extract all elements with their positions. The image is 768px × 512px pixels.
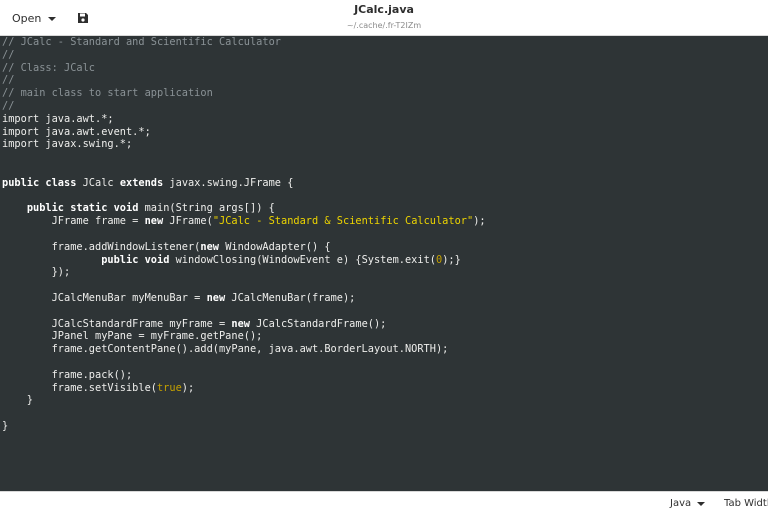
code-token-text: windowClosing(WindowEvent e) {System.exi… [169,253,436,266]
code-token-text: frame.addWindowListener( [2,240,201,253]
document-path: ~/.cache/.fr-T2IZm [346,21,422,30]
code-editor[interactable]: // JCalc - Standard and Scientific Calcu… [0,36,768,491]
code-line: JPanel myPane = myFrame.getPane(); [2,330,486,343]
code-token-keyword: new [206,291,226,304]
code-line: import javax.swing.*; [2,138,486,151]
code-line: import java.awt.event.*; [2,126,486,139]
code-line: public static void main(String args[]) { [2,202,486,215]
open-button[interactable]: Open [6,7,62,29]
code-line: frame.getContentPane().add(myPane, java.… [2,343,486,356]
window-title-area: JCalc.java ~/.cache/.fr-T2IZm [347,3,421,32]
code-token-comment: // [2,99,15,112]
code-token-text: import java.awt.*; [2,112,114,125]
code-line: JFrame frame = new JFrame("JCalc - Stand… [2,215,486,228]
code-token-keyword: new [144,215,164,228]
code-token-text: ); [181,381,195,394]
code-token-comment: // JCalc - Standard and Scientific Calcu… [2,36,281,48]
code-token-keyword: new [200,240,219,253]
code-token-text: }); [2,266,71,279]
code-token-text: );} [442,253,461,266]
code-token-text: JPanel myPane = myFrame.getPane(); [2,330,263,343]
code-token-text: frame.pack(); [2,368,133,381]
code-line: // [2,49,486,62]
code-line: JCalcStandardFrame myFrame = new JCalcSt… [2,318,486,331]
code-text[interactable]: // JCalc - Standard and Scientific Calcu… [2,36,486,433]
language-selector[interactable]: Java [670,495,706,511]
code-token-text: WindowAdapter() { [219,240,331,253]
open-button-label: Open [12,11,42,25]
code-token-keyword: public static void [26,202,139,215]
document-title: JCalc.java [354,3,414,16]
header-bar: Open JCalc.java ~/.cache/.fr-T2IZm [0,0,768,36]
code-token-comment: // main class to start application [2,87,213,100]
code-line: frame.setVisible(true); [2,382,486,395]
code-line: // [2,74,486,87]
code-line: public void windowClosing(WindowEvent e)… [2,254,486,267]
code-line: // Class: JCalc [2,62,486,75]
code-token-string: "JCalc - Standard & Scientific Calculato… [212,215,474,228]
code-token-text: frame.getContentPane().add(myPane, java.… [2,343,449,356]
save-document-icon [78,13,88,23]
code-token-text: main(String args[]) { [138,202,275,215]
code-token-keyword: public class [2,176,77,189]
code-line: // JCalc - Standard and Scientific Calcu… [2,36,486,49]
tab-width-label: Tab Width [724,497,768,509]
chevron-down-icon [48,16,57,21]
code-token-keyword: extends [119,176,164,189]
code-token-text: JFrame( [163,215,213,228]
code-token-comment: // [2,48,15,61]
code-token-text: JCalcStandardFrame myFrame = [2,317,232,330]
save-document-button[interactable] [72,8,94,28]
code-token-comment: // [2,74,15,87]
code-token-text: JCalcMenuBar(frame); [225,291,356,304]
code-line: import java.awt.*; [2,113,486,126]
code-token-comment: // Class: JCalc [2,61,95,74]
code-token-keyword: public void [101,253,170,266]
code-token-text: JCalcStandardFrame(); [249,317,387,330]
status-bar: Java Tab Width [0,491,768,512]
code-line: // main class to start application [2,87,486,100]
code-line: frame.addWindowListener(new WindowAdapte… [2,241,486,254]
code-token-text: JCalc [76,176,120,189]
code-line: // [2,100,486,113]
code-line: JCalcMenuBar myMenuBar = new JCalcMenuBa… [2,292,486,305]
tab-width-selector[interactable]: Tab Width [724,495,768,511]
code-line: }); [2,266,486,279]
code-line: } [2,420,486,433]
code-token-text: import javax.swing.*; [2,138,133,151]
code-token-text: JCalcMenuBar myMenuBar = [2,291,207,304]
code-token-text: import java.awt.event.*; [2,125,151,138]
code-token-text: ); [473,215,486,228]
code-token-text: } [2,419,9,432]
code-token-keyword: new [231,317,250,330]
code-token-text: JFrame frame = [2,215,145,228]
code-line: frame.pack(); [2,369,486,382]
language-label: Java [670,497,692,509]
code-token-number: true [156,381,182,394]
code-line: } [2,394,486,407]
code-token-text: } [2,394,33,407]
code-token-text: javax.swing.JFrame { [163,176,294,189]
code-line: public class JCalc extends javax.swing.J… [2,177,486,190]
code-token-text: frame.setVisible( [2,381,157,394]
chevron-down-icon [697,501,706,506]
